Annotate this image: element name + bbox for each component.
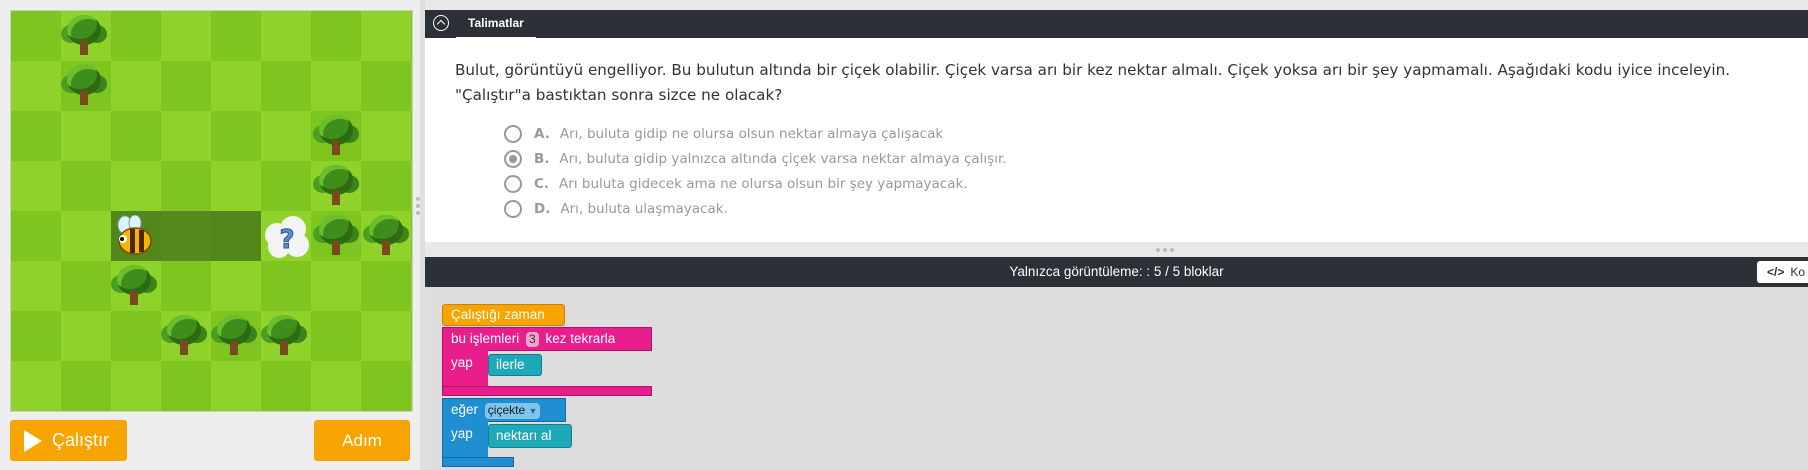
tree-icon — [261, 313, 307, 359]
answer-option-d[interactable]: D. Arı, buluta ulaşmayacak. — [504, 198, 728, 220]
horizontal-resize-handle[interactable] — [1156, 248, 1174, 252]
show-code-button[interactable]: </> Ko — [1757, 261, 1808, 283]
tree-icon — [313, 213, 359, 259]
radio-button[interactable] — [504, 175, 522, 193]
tree-icon — [61, 63, 107, 109]
answer-option-b[interactable]: B. Arı, buluta gidip yalnızca altında çi… — [504, 148, 1007, 170]
show-code-label: Ko — [1790, 265, 1806, 279]
if-block[interactable]: eğer çiçekte ▼ — [442, 398, 566, 422]
repeat-block-footer — [442, 386, 652, 396]
tree-icon — [363, 213, 409, 259]
repeat-block[interactable]: bu işlemleri 3 kez tekrarla — [442, 327, 652, 351]
option-letter: C. — [534, 176, 550, 192]
option-letter: B. — [534, 151, 550, 167]
tree-icon — [211, 313, 257, 359]
maze-grid: ? — [10, 10, 413, 412]
if-block-arm: yap — [442, 421, 488, 457]
workspace-header-text: Yalnızca görüntüleme: : 5 / 5 bloklar — [1009, 264, 1224, 279]
tree-icon — [61, 13, 107, 59]
radio-button[interactable] — [504, 125, 522, 143]
run-button-label: Çalıştır — [52, 430, 110, 450]
condition-label: çiçekte — [487, 403, 526, 417]
instructions-panel: Talimatlar Bulut, görüntüyü engelliyor. … — [425, 10, 1808, 242]
option-letter: D. — [534, 201, 551, 217]
when-run-label: Çalıştığı zaman — [451, 307, 545, 322]
radio-button-selected[interactable] — [504, 150, 522, 168]
repeat-count-field[interactable]: 3 — [526, 332, 539, 347]
repeat-block-arm: yap — [442, 350, 488, 386]
option-text: Arı, buluta gidip ne olursa olsun nektar… — [559, 126, 944, 142]
tree-icon — [313, 113, 359, 159]
condition-dropdown[interactable]: çiçekte ▼ — [484, 403, 541, 419]
bee-icon — [117, 215, 152, 255]
code-icon: </> — [1767, 265, 1785, 279]
radio-button[interactable] — [504, 200, 522, 218]
option-text: Arı buluta gidecek ama ne olursa olsun b… — [559, 176, 968, 192]
repeat-suffix: kez tekrarla — [545, 331, 616, 346]
when-run-block[interactable]: Çalıştığı zaman — [442, 304, 565, 326]
tree-icon — [313, 163, 359, 209]
instructions-header: Talimatlar — [425, 10, 1808, 39]
step-button-label: Adım — [342, 430, 382, 450]
tree-icon — [161, 313, 207, 359]
option-letter: A. — [534, 126, 550, 142]
if-block-footer — [442, 457, 514, 467]
get-nectar-block[interactable]: nektarı al — [488, 424, 572, 448]
repeat-prefix: bu işlemleri — [451, 331, 520, 346]
cloud-icon: ? — [265, 216, 309, 258]
get-nectar-label: nektarı al — [496, 428, 552, 443]
svg-text:?: ? — [279, 225, 294, 255]
tree-icon — [111, 263, 157, 309]
question-text: Bulut, görüntüyü engelliyor. Bu bulutun … — [455, 61, 1731, 104]
workspace-header: Yalnızca görüntüleme: : 5 / 5 bloklar — [425, 257, 1808, 287]
game-panel: ? Çalıştır Adım — [0, 0, 420, 470]
if-label: eğer — [451, 402, 479, 417]
run-button[interactable]: Çalıştır — [10, 420, 127, 461]
repeat-do-label: yap — [451, 355, 473, 370]
resize-handle[interactable] — [415, 197, 421, 223]
tab-instructions[interactable]: Talimatlar — [456, 10, 536, 39]
if-do-label: yap — [451, 426, 473, 441]
step-button[interactable]: Adım — [314, 420, 410, 461]
chevron-down-icon: ▼ — [528, 406, 538, 416]
play-icon — [24, 429, 42, 452]
answer-option-c[interactable]: C. Arı buluta gidecek ama ne olursa olsu… — [504, 173, 968, 195]
answer-option-a[interactable]: A. Arı, buluta gidip ne olursa olsun nek… — [504, 123, 943, 145]
move-forward-block[interactable]: ilerle — [488, 354, 542, 376]
block-workspace: Çalıştığı zaman bu işlemleri 3 kez tekra… — [425, 287, 1808, 470]
option-text: Arı, buluta gidip yalnızca altında çiçek… — [559, 151, 1007, 167]
move-forward-label: ilerle — [496, 357, 525, 372]
option-text: Arı, buluta ulaşmayacak. — [560, 201, 728, 217]
collapse-icon[interactable] — [433, 15, 449, 31]
